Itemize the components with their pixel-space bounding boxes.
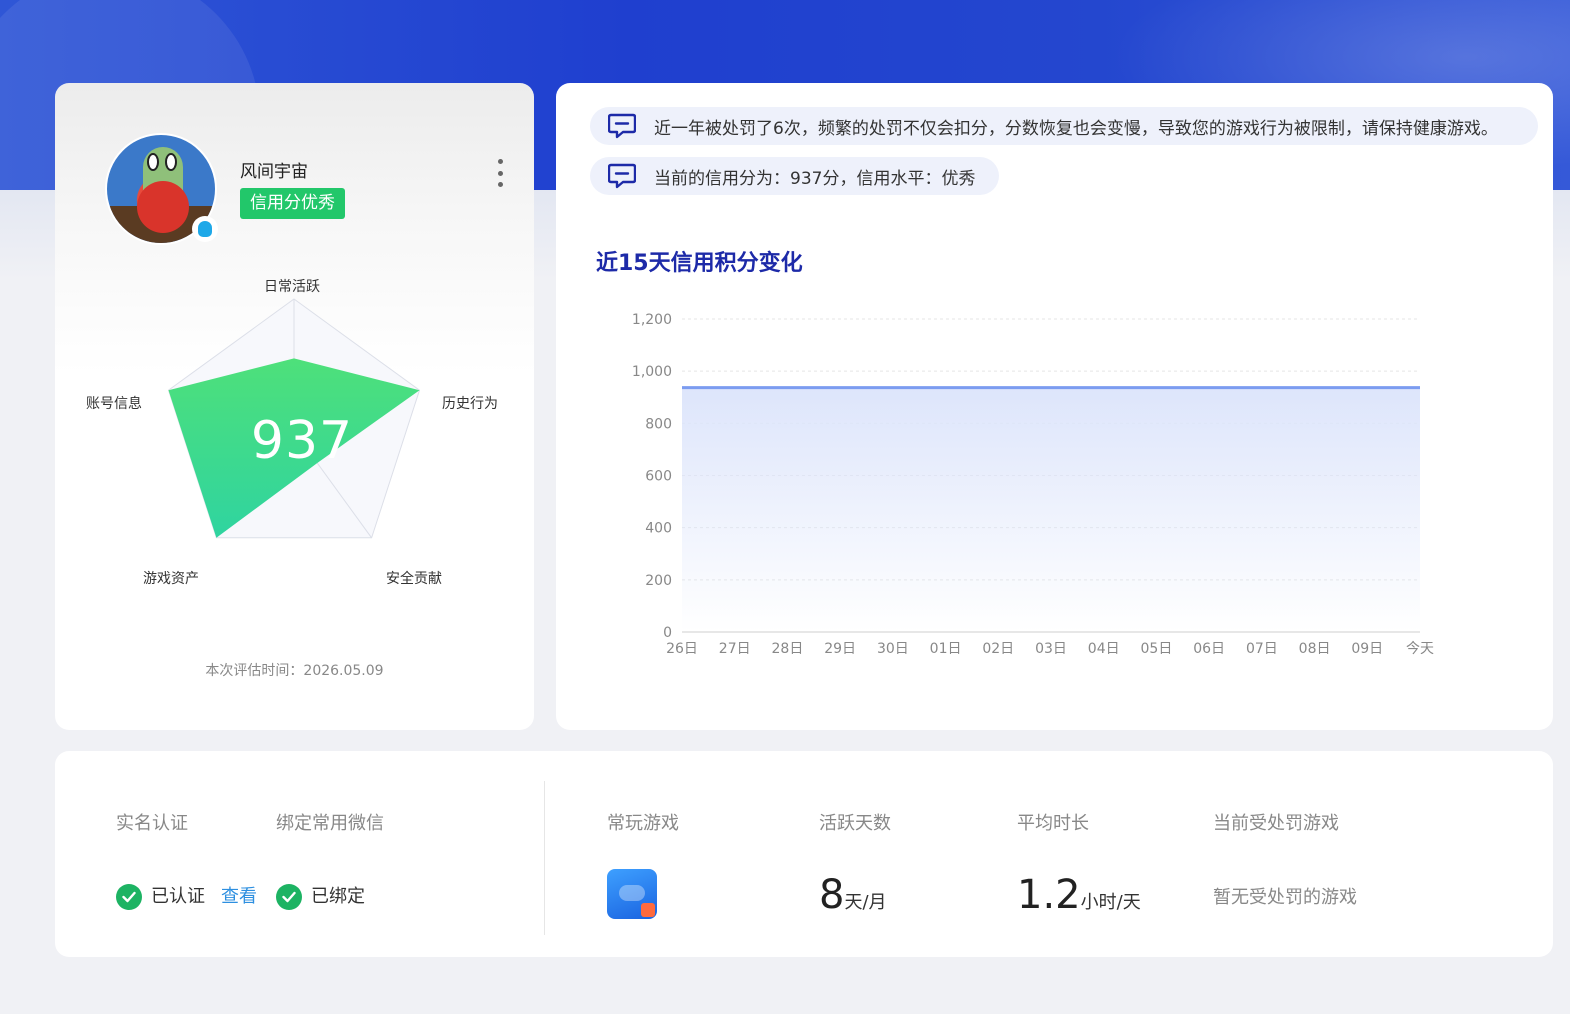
wechat-status: 已绑定 bbox=[311, 886, 365, 907]
x-tick-label: 04日 bbox=[1088, 641, 1120, 657]
credit-chart-card: 近一年被处罚了6次，频繁的处罚不仅会扣分，分数恢复也会变慢，导致您的游戏行为被限… bbox=[556, 83, 1553, 730]
check-circle-icon bbox=[276, 884, 302, 910]
credit-score: 937 bbox=[250, 411, 354, 471]
penalized-games-label: 当前受处罚游戏 bbox=[1213, 813, 1339, 834]
radar-label-history: 历史行为 bbox=[442, 396, 498, 412]
credit-line-chart: 0 200 400 600 800 1,000 1,200 26日 27日 28日 29日 30日 0… bbox=[632, 312, 1434, 657]
x-tick-label: 02日 bbox=[982, 641, 1014, 657]
active-days-label: 活跃天数 bbox=[819, 813, 891, 834]
x-tick-label: 09日 bbox=[1351, 641, 1383, 657]
avg-duration-unit: 小时/天 bbox=[1080, 892, 1141, 913]
realname-label: 实名认证 bbox=[116, 813, 188, 834]
x-tick-label: 01日 bbox=[930, 641, 962, 657]
view-link[interactable]: 查看 bbox=[221, 884, 257, 910]
x-tick-label: 26日 bbox=[666, 641, 698, 657]
profile-card: 风间宇宙 信用分优秀 日常活跃 历史行为 安全贡献 游戏资产 账号信息 937 … bbox=[55, 83, 534, 730]
x-tick-label: 05日 bbox=[1141, 641, 1173, 657]
y-tick-label: 0 bbox=[663, 625, 672, 641]
x-tick-label: 03日 bbox=[1035, 641, 1067, 657]
check-circle-icon bbox=[116, 884, 142, 910]
x-tick-label: 06日 bbox=[1193, 641, 1225, 657]
wechat-label: 绑定常用微信 bbox=[276, 813, 384, 834]
radar-label-daily: 日常活跃 bbox=[264, 279, 320, 295]
radar-label-security: 安全贡献 bbox=[386, 571, 442, 587]
frequent-games-label: 常玩游戏 bbox=[607, 813, 679, 834]
y-tick-label: 1,200 bbox=[632, 312, 672, 328]
radar-label-assets: 游戏资产 bbox=[143, 571, 199, 587]
avg-duration-value: 1.2小时/天 bbox=[1017, 871, 1141, 927]
x-tick-label: 07日 bbox=[1246, 641, 1278, 657]
active-days-unit: 天/月 bbox=[844, 892, 887, 913]
realname-status: 已认证 bbox=[151, 886, 205, 907]
x-tick-label: 28日 bbox=[772, 641, 804, 657]
radar-label-account: 账号信息 bbox=[86, 396, 142, 412]
x-tick-label: 今天 bbox=[1406, 641, 1434, 657]
divider bbox=[544, 781, 545, 935]
game-icon[interactable] bbox=[607, 869, 657, 919]
active-days-number: 8 bbox=[819, 872, 845, 918]
x-tick-label: 08日 bbox=[1299, 641, 1331, 657]
y-tick-label: 200 bbox=[645, 573, 672, 589]
avg-duration-label: 平均时长 bbox=[1017, 813, 1089, 834]
y-tick-label: 400 bbox=[645, 521, 672, 537]
avg-duration-number: 1.2 bbox=[1017, 872, 1081, 918]
evaluation-time: 本次评估时间：2026.05.09 bbox=[205, 663, 384, 679]
x-tick-label: 27日 bbox=[719, 641, 751, 657]
x-tick-label: 30日 bbox=[877, 641, 909, 657]
y-tick-label: 600 bbox=[645, 469, 672, 485]
series-area bbox=[682, 387, 1420, 632]
y-tick-label: 800 bbox=[645, 416, 672, 432]
y-tick-label: 1,000 bbox=[632, 364, 672, 380]
summary-card: 实名认证 绑定常用微信 已认证 查看 已绑定 常玩游戏 活跃天数 平均时长 当前… bbox=[55, 751, 1553, 957]
active-days-value: 8天/月 bbox=[819, 871, 887, 927]
x-tick-label: 29日 bbox=[824, 641, 856, 657]
penalized-games-value: 暂无受处罚的游戏 bbox=[1213, 887, 1357, 908]
